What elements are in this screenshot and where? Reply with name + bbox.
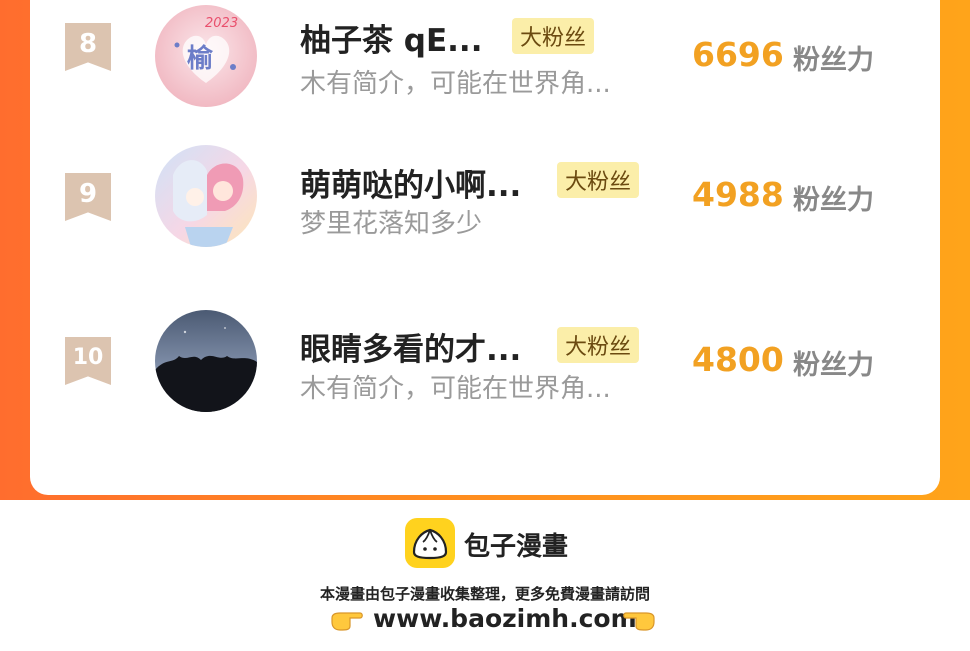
avatar[interactable]: 2023 榆	[155, 5, 257, 107]
pointing-hand-left-icon	[623, 612, 655, 631]
fan-power-score: 6696	[692, 35, 784, 74]
baozi-logo-icon	[405, 518, 455, 568]
fan-name[interactable]: 眼睛多看的才...	[300, 324, 521, 369]
fan-level-badge: 大粉丝	[557, 327, 640, 363]
fan-level-badge: 大粉丝	[512, 18, 595, 54]
fan-power-score: 4988	[692, 175, 784, 214]
rank-ribbon-icon: 10	[65, 337, 111, 385]
avatar[interactable]	[155, 145, 257, 247]
pointing-hand-right-icon	[331, 612, 363, 631]
leaderboard-card: 8 2023 榆 柚子茶 qE... 大粉丝 木有简介，可能在世界角... 66…	[30, 0, 940, 495]
fan-description: 木有简介，可能在世界角...	[300, 374, 611, 404]
avatar-character: 榆	[187, 43, 214, 74]
site-url-link[interactable]: www.baozimh.com	[373, 604, 637, 633]
fan-power-score: 4800	[692, 340, 784, 379]
fan-power-label: 粉丝力	[793, 350, 874, 381]
brand-name: 包子漫畫	[464, 532, 569, 562]
footer-note: 本漫畫由包子漫畫收集整理，更多免費漫畫請訪問	[319, 585, 650, 603]
fan-row[interactable]: 8 2023 榆 柚子茶 qE... 大粉丝 木有简介，可能在世界角... 66…	[30, 5, 940, 115]
rank-ribbon-icon: 8	[65, 23, 111, 71]
fan-name[interactable]: 萌萌哒的小啊...	[300, 160, 521, 205]
fan-level-badge: 大粉丝	[557, 162, 640, 198]
avatar-year: 2023	[205, 16, 238, 31]
fan-power-label: 粉丝力	[793, 45, 874, 76]
rank-ribbon-icon: 9	[65, 173, 111, 221]
avatar[interactable]	[155, 310, 257, 412]
fan-name[interactable]: 柚子茶 qE...	[300, 15, 483, 60]
rank-number: 8	[78, 29, 98, 59]
leaderboard-frame: 8 2023 榆 柚子茶 qE... 大粉丝 木有简介，可能在世界角... 66…	[0, 0, 970, 500]
fan-power-label: 粉丝力	[793, 185, 874, 216]
rank-number: 9	[78, 179, 98, 209]
rank-number: 10	[72, 345, 104, 370]
fan-row[interactable]: 10 眼睛多看的才... 大粉丝 木有简介，可能在世界角... 4800 粉丝力	[30, 310, 940, 440]
fan-description: 木有简介，可能在世界角...	[300, 69, 611, 99]
fan-description: 梦里花落知多少	[300, 209, 483, 239]
footer: 包子漫畫 本漫畫由包子漫畫收集整理，更多免費漫畫請訪問 www.baozimh.…	[0, 500, 970, 651]
fan-row[interactable]: 9 萌萌哒的小啊... 大粉丝 梦里花落知多少 4988 粉丝力	[30, 145, 940, 275]
